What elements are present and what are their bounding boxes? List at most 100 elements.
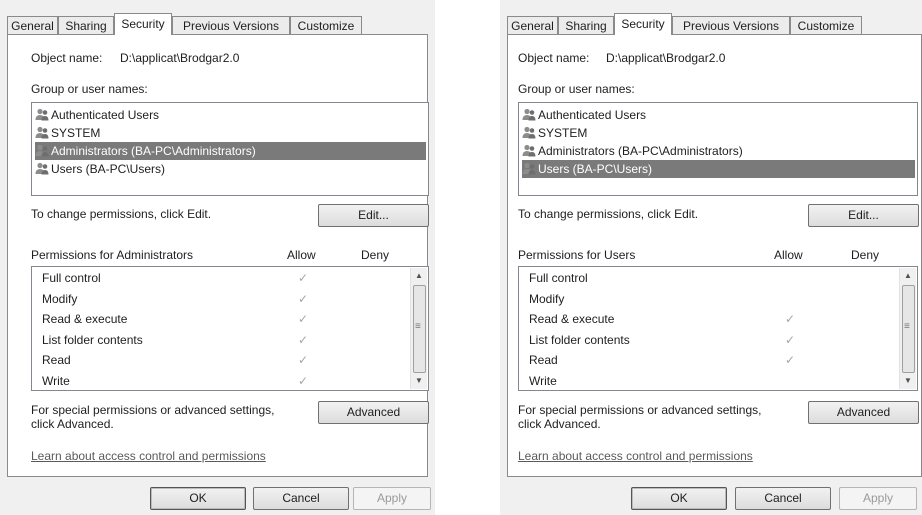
advanced-button[interactable]: Advanced	[318, 401, 429, 424]
users-group-icon	[522, 126, 536, 139]
permission-label: Modify	[42, 291, 78, 306]
special-permissions-text: For special permissions or advanced sett…	[518, 403, 762, 417]
allow-header: Allow	[287, 248, 316, 262]
users-group-icon	[522, 162, 536, 175]
group-label: Group or user names:	[518, 82, 635, 96]
permission-row: Write ✓	[32, 371, 428, 392]
learn-more-link[interactable]: Learn about access control and permissio…	[518, 449, 753, 463]
special-permissions-text-2: click Advanced.	[518, 417, 601, 431]
allow-check-icon: ✓	[298, 271, 309, 285]
ok-button[interactable]: OK	[631, 487, 727, 510]
permission-label: Write	[529, 373, 557, 388]
users-group-icon	[35, 108, 49, 121]
user-list-item-label: Administrators (BA-PC\Administrators)	[51, 144, 256, 158]
permission-row: Modify	[519, 289, 917, 310]
permission-row: Read & execute ✓	[32, 309, 428, 330]
permission-label: List folder contents	[529, 332, 630, 347]
user-list-item-label: SYSTEM	[538, 126, 588, 140]
tab-customize[interactable]: Customize	[290, 16, 362, 34]
user-list-item-label: Authenticated Users	[51, 108, 160, 122]
user-list-item[interactable]: Administrators (BA-PC\Administrators)	[35, 142, 426, 160]
deny-header: Deny	[851, 248, 880, 262]
special-permissions-text: For special permissions or advanced sett…	[31, 403, 275, 417]
tab-security[interactable]: Security	[114, 13, 172, 35]
scroll-down-arrow-icon[interactable]: ▼	[900, 373, 916, 389]
users-group-icon	[35, 126, 49, 139]
user-list[interactable]: Authenticated Users SYSTEM Administrators …	[31, 102, 429, 196]
allow-header: Allow	[774, 248, 803, 262]
permissions-scrollbar[interactable]: ▲ ≡ ▼	[410, 268, 427, 389]
user-list[interactable]: Authenticated Users SYSTEM Administrators …	[518, 102, 918, 196]
permission-row: Read & execute ✓	[519, 309, 917, 330]
user-list-item-label: Authenticated Users	[538, 108, 647, 122]
group-label: Group or user names:	[31, 82, 148, 96]
permissions-list[interactable]: Full control ✓ Modify ✓ Read & execute ✓ List …	[31, 266, 429, 391]
allow-check-icon: ✓	[785, 353, 796, 367]
grip-icon: ≡	[904, 321, 910, 332]
object-name-value: D:\applicat\Brodgar2.0	[120, 51, 240, 65]
ok-button[interactable]: OK	[150, 487, 246, 510]
permission-row: Modify ✓	[32, 289, 428, 310]
user-list-item-label: Administrators (BA-PC\Administrators)	[538, 144, 743, 158]
tab-general[interactable]: General	[507, 16, 558, 34]
permission-label: List folder contents	[42, 332, 143, 347]
permission-row: List folder contents ✓	[32, 330, 428, 351]
edit-button[interactable]: Edit...	[808, 204, 919, 227]
user-list-item[interactable]: SYSTEM	[522, 124, 915, 142]
scroll-down-arrow-icon[interactable]: ▼	[411, 373, 427, 389]
scroll-up-arrow-icon[interactable]: ▲	[900, 268, 916, 284]
permission-label: Full control	[42, 271, 101, 285]
permissions-list[interactable]: Full control Modify Read & execute ✓ List fo…	[518, 266, 918, 391]
permission-label: Full control	[529, 271, 588, 285]
tab-customize[interactable]: Customize	[790, 16, 862, 34]
tab-previous-versions[interactable]: Previous Versions	[672, 16, 790, 34]
deny-header: Deny	[361, 248, 390, 262]
user-list-item[interactable]: SYSTEM	[35, 124, 426, 142]
permission-row: Read ✓	[32, 350, 428, 371]
permissions-for-label: Permissions for Users	[518, 248, 636, 262]
cancel-button[interactable]: Cancel	[253, 487, 349, 510]
tab-general[interactable]: General	[7, 16, 58, 34]
apply-button[interactable]: Apply	[839, 487, 917, 510]
tab-sharing[interactable]: Sharing	[558, 16, 614, 34]
grip-icon: ≡	[415, 321, 421, 332]
allow-check-icon: ✓	[785, 332, 796, 347]
permissions-scrollbar[interactable]: ▲ ≡ ▼	[899, 268, 916, 389]
scroll-thumb[interactable]: ≡	[413, 285, 426, 373]
advanced-button[interactable]: Advanced	[808, 401, 919, 424]
user-list-item[interactable]: Authenticated Users	[522, 106, 915, 124]
allow-check-icon: ✓	[298, 312, 309, 326]
tab-sharing[interactable]: Sharing	[58, 16, 114, 34]
permission-label: Read & execute	[529, 312, 615, 326]
permission-label: Read	[42, 353, 71, 367]
users-group-icon	[522, 144, 536, 157]
allow-check-icon: ✓	[298, 291, 309, 306]
edit-button[interactable]: Edit...	[318, 204, 429, 227]
scroll-thumb[interactable]: ≡	[902, 285, 915, 373]
tab-security[interactable]: Security	[614, 13, 672, 35]
user-list-item[interactable]: Administrators (BA-PC\Administrators)	[522, 142, 915, 160]
user-list-item[interactable]: Users (BA-PC\Users)	[522, 160, 915, 178]
permission-row: Write	[519, 371, 917, 392]
user-list-item[interactable]: Users (BA-PC\Users)	[35, 160, 426, 178]
user-list-item-label: Users (BA-PC\Users)	[51, 162, 166, 176]
properties-dialog-right: General Sharing Security Previous Versio…	[500, 0, 922, 515]
object-name-label: Object name:	[31, 51, 103, 65]
permission-row: Full control ✓	[32, 268, 428, 289]
permission-label: Modify	[529, 291, 565, 306]
users-group-icon	[35, 144, 49, 157]
allow-check-icon: ✓	[298, 373, 309, 388]
learn-more-link[interactable]: Learn about access control and permissio…	[31, 449, 266, 463]
tab-previous-versions[interactable]: Previous Versions	[172, 16, 290, 34]
permissions-for-label: Permissions for Administrators	[31, 248, 194, 262]
allow-check-icon: ✓	[298, 353, 309, 367]
permission-label: Read & execute	[42, 312, 128, 326]
scroll-up-arrow-icon[interactable]: ▲	[411, 268, 427, 284]
user-list-item[interactable]: Authenticated Users	[35, 106, 426, 124]
user-list-item-label: SYSTEM	[51, 126, 101, 140]
apply-button[interactable]: Apply	[353, 487, 431, 510]
permission-row: Read ✓	[519, 350, 917, 371]
users-group-icon	[35, 162, 49, 175]
cancel-button[interactable]: Cancel	[735, 487, 831, 510]
object-name-label: Object name:	[518, 51, 590, 65]
